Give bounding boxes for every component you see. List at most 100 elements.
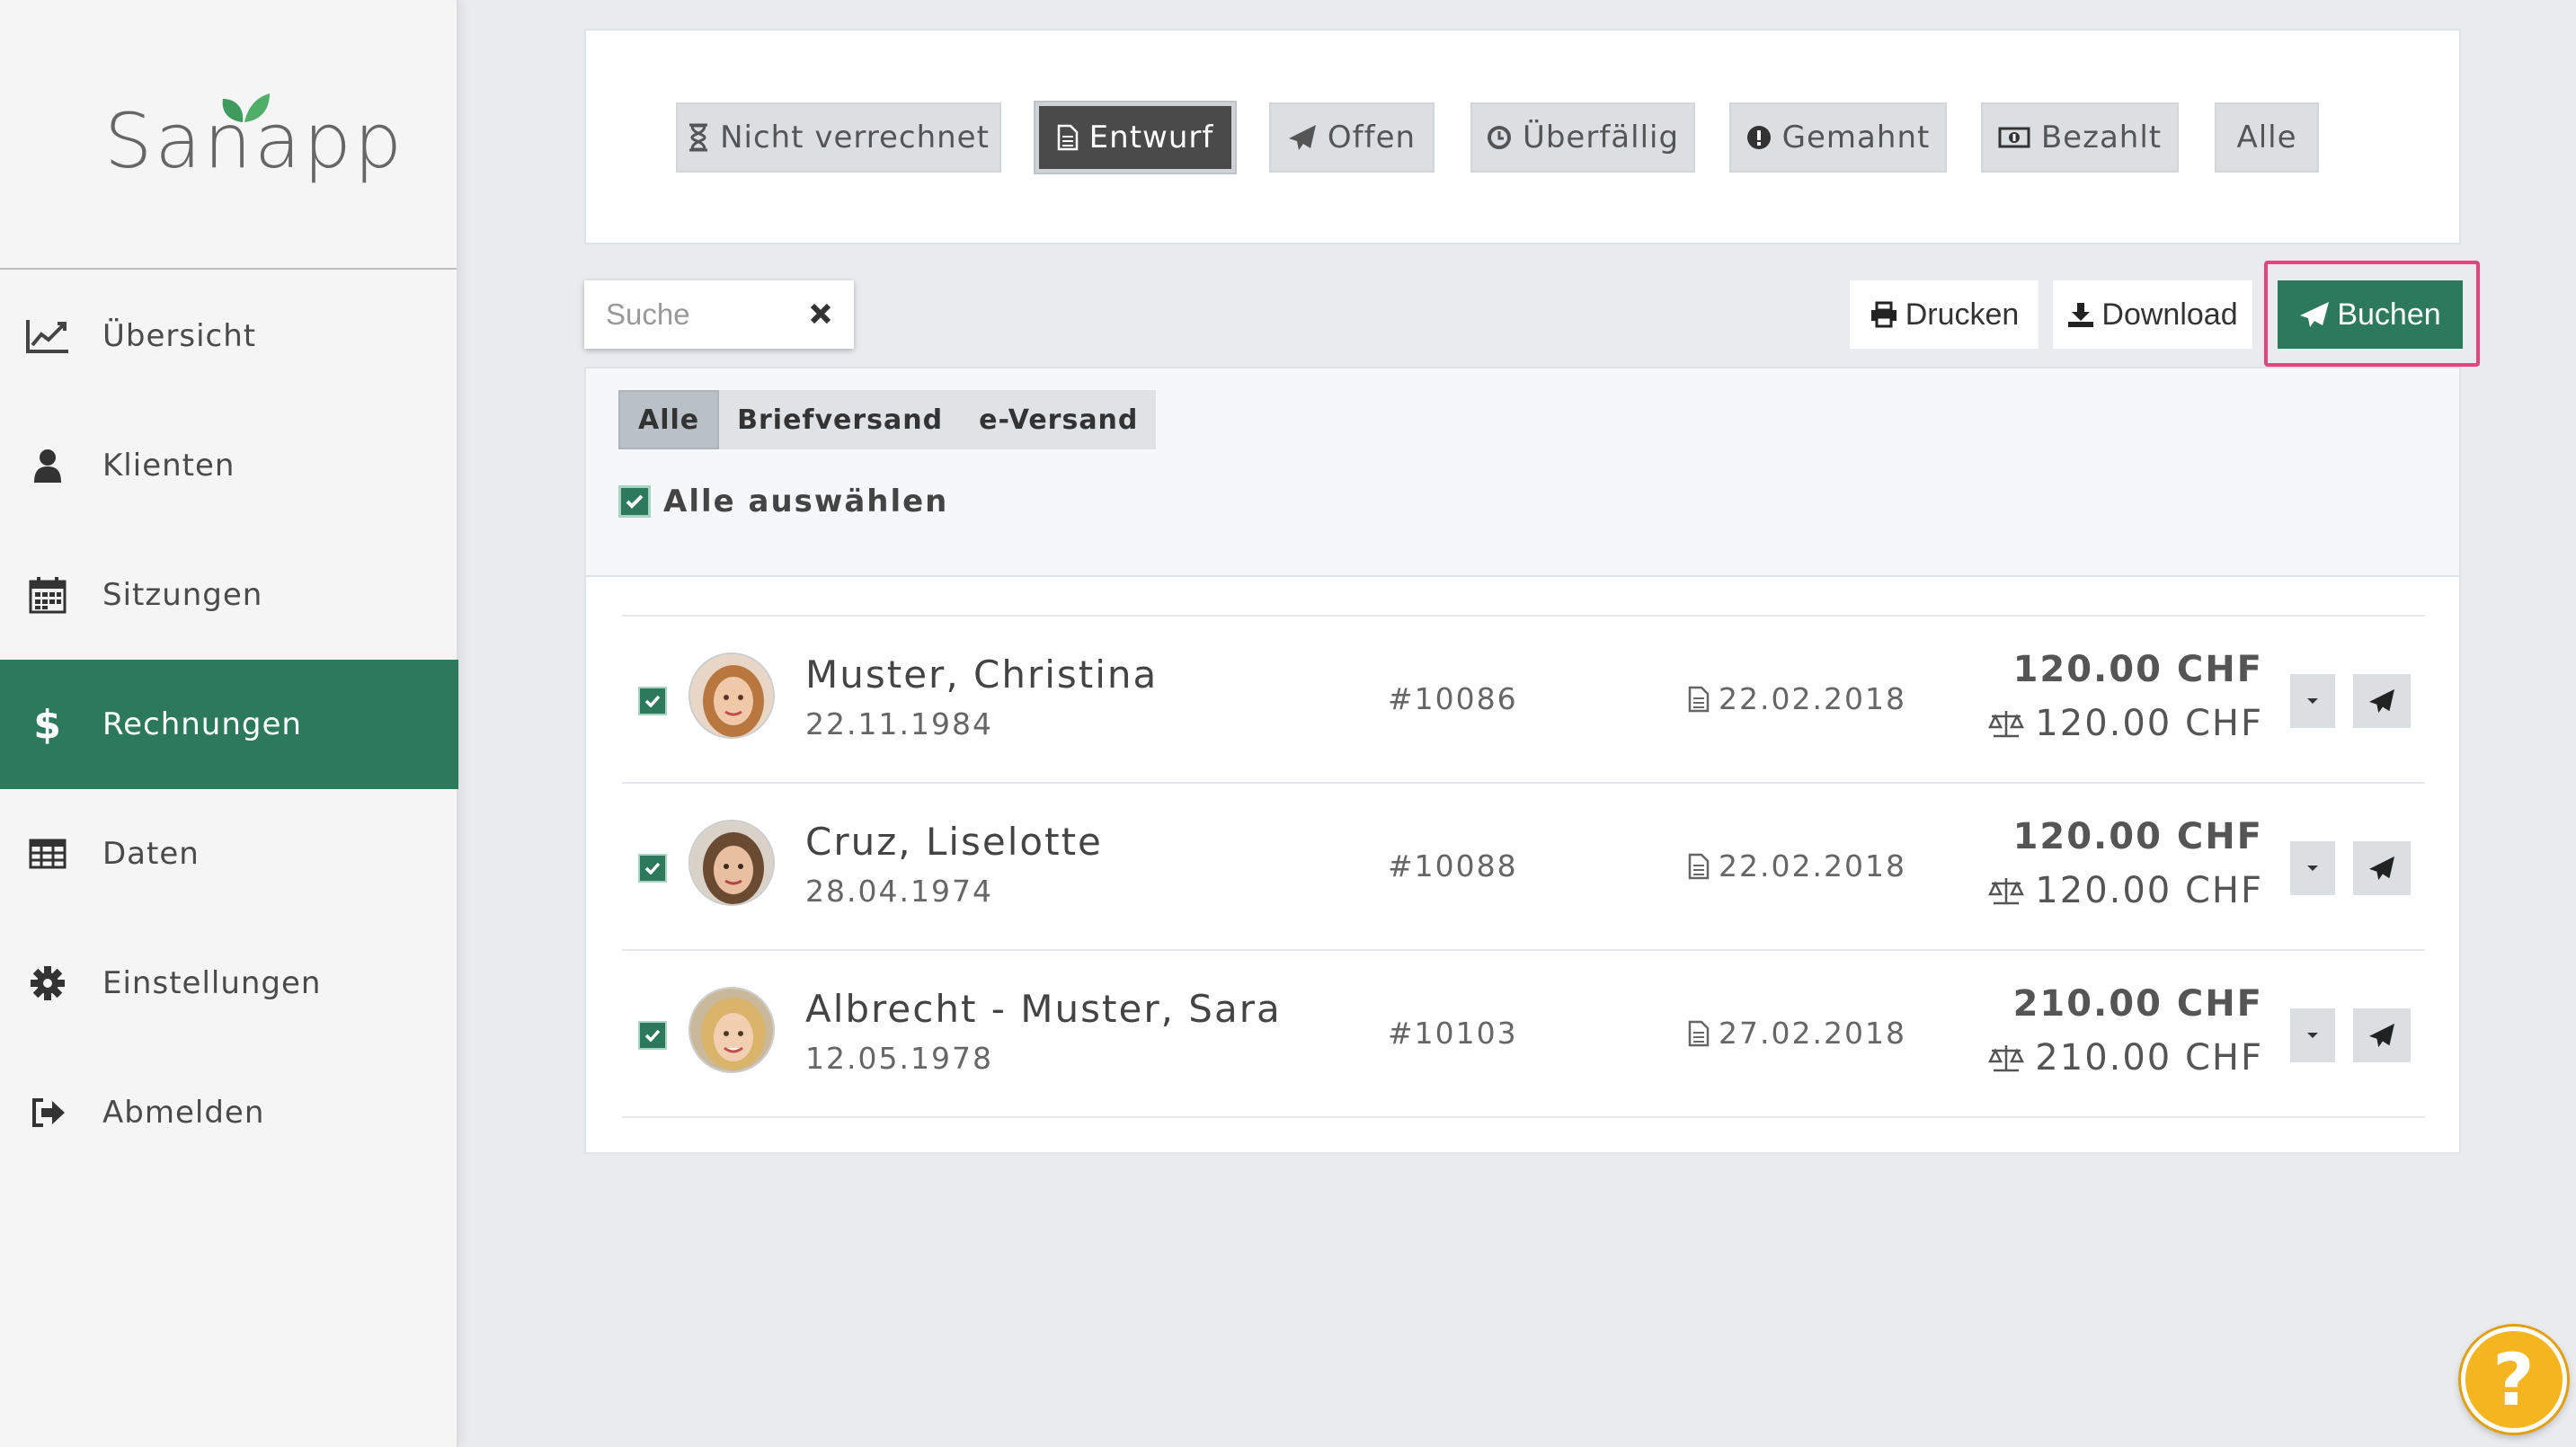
tab-alle[interactable]: Alle (618, 390, 720, 449)
sidebar-item-label: Abmelden (102, 1095, 265, 1131)
sidebar-item-label: Sitzungen (102, 577, 263, 613)
filter-entwurf-button[interactable]: Entwurf (1035, 102, 1235, 173)
filter-bezahlt-button[interactable]: Bezahlt (1981, 102, 2179, 173)
sidebar-item-daten[interactable]: Daten (0, 789, 458, 919)
invoice-date: 22.02.2018 (1688, 681, 1906, 716)
gear-icon (25, 961, 70, 1006)
row-dropdown-button[interactable] (2290, 1008, 2335, 1062)
filter-alle-button[interactable]: Alle (2215, 102, 2319, 173)
sidebar-item-label: Übersicht (102, 318, 257, 354)
balance-scale-icon (1988, 711, 2025, 738)
caret-down-icon (2307, 866, 2318, 871)
delivery-filter: Alle Briefversand e-Versand (618, 390, 1157, 449)
client-birthdate: 22.11.1984 (805, 706, 993, 741)
invoice-date: 22.02.2018 (1688, 848, 1906, 883)
list-header: Alle Briefversand e-Versand Alle auswähl… (586, 368, 2459, 577)
search-input[interactable] (606, 297, 795, 332)
invoice-date-text: 27.02.2018 (1719, 1016, 1906, 1051)
row-checkbox[interactable] (638, 687, 667, 715)
row-send-button[interactable] (2353, 674, 2411, 728)
check-icon (644, 862, 661, 874)
tab-briefversand[interactable]: Briefversand (719, 390, 961, 449)
logo: Sanapp (0, 0, 457, 270)
invoice-number: #10088 (1388, 848, 1518, 883)
money-icon (1998, 127, 2030, 148)
sidebar-item-rechnungen[interactable]: $ Rechnungen (0, 660, 458, 789)
status-filter-bar: Nicht verrechnet Entwurf Offen Überfälli… (584, 29, 2461, 244)
row-checkbox[interactable] (638, 1021, 667, 1050)
balance-scale-icon (1988, 878, 2025, 905)
clock-icon (1487, 126, 1511, 149)
search-box (584, 280, 854, 349)
user-icon (25, 443, 70, 488)
file-icon (1688, 853, 1710, 879)
caret-down-icon (2307, 698, 2318, 704)
check-icon (644, 695, 661, 707)
dollar-icon: $ (33, 701, 62, 748)
sidebar-item-label: Daten (102, 836, 200, 872)
filter-label: Bezahlt (2040, 120, 2163, 155)
download-label: Download (2101, 297, 2238, 332)
caret-down-icon (2307, 1033, 2318, 1038)
row-dropdown-button[interactable] (2290, 674, 2335, 728)
filter-offen-button[interactable]: Offen (1269, 102, 1435, 173)
table-row[interactable]: Muster, Christina 22.11.1984 #10086 22.0… (622, 615, 2425, 782)
table-icon (25, 831, 70, 876)
invoice-balance: 210.00 CHF (1988, 1037, 2263, 1079)
invoice-date-text: 22.02.2018 (1719, 848, 1906, 883)
filter-label: Nicht verrechnet (720, 120, 990, 155)
invoice-amount: 120.00 CHF (2012, 816, 2263, 857)
row-checkbox[interactable] (638, 854, 667, 883)
invoice-date-text: 22.02.2018 (1719, 681, 1906, 716)
chart-line-icon (25, 314, 70, 359)
invoice-amount: 120.00 CHF (2012, 649, 2263, 690)
download-button[interactable]: Download (2053, 280, 2252, 349)
client-name: Cruz, Liselotte (805, 820, 1103, 864)
checkbox[interactable] (618, 485, 651, 518)
table-row[interactable]: Cruz, Liselotte 28.04.1974 #10088 22.02.… (622, 782, 2425, 949)
sidebar-item-uebersicht[interactable]: Übersicht (0, 271, 458, 401)
sign-out-icon (25, 1090, 70, 1135)
row-send-button[interactable] (2353, 841, 2411, 895)
avatar (688, 987, 775, 1073)
row-send-button[interactable] (2353, 1008, 2411, 1062)
file-icon (1688, 1020, 1710, 1046)
sidebar-item-klienten[interactable]: Klienten (0, 401, 458, 530)
filter-gemahnt-button[interactable]: Gemahnt (1729, 102, 1947, 173)
invoice-balance: 120.00 CHF (1988, 703, 2263, 744)
divider (622, 1116, 2425, 1118)
filter-nicht-verrechnet-button[interactable]: Nicht verrechnet (676, 102, 1001, 173)
paper-plane-icon (1288, 125, 1316, 150)
select-all-label: Alle auswählen (663, 484, 949, 519)
filter-label: Offen (1327, 120, 1417, 155)
file-icon (1688, 686, 1710, 712)
balance-scale-icon (1988, 1045, 2025, 1072)
client-name: Muster, Christina (805, 652, 1159, 697)
invoice-balance-text: 120.00 CHF (2035, 870, 2263, 911)
filter-label: Überfällig (1522, 120, 1680, 155)
sidebar-item-label: Klienten (102, 448, 235, 484)
invoice-number: #10103 (1388, 1016, 1518, 1051)
sidebar-item-sitzungen[interactable]: Sitzungen (0, 530, 458, 660)
print-label: Drucken (1905, 297, 2020, 332)
client-name: Albrecht - Muster, Sara (805, 987, 1282, 1031)
highlight-frame (2264, 261, 2480, 367)
sidebar-item-abmelden[interactable]: Abmelden (0, 1048, 458, 1177)
row-dropdown-button[interactable] (2290, 841, 2335, 895)
sidebar-item-einstellungen[interactable]: Einstellungen (0, 919, 458, 1048)
sidebar-item-label: Rechnungen (102, 706, 302, 742)
filter-ueberfaellig-button[interactable]: Überfällig (1470, 102, 1695, 173)
file-icon (1057, 124, 1078, 151)
print-button[interactable]: Drucken (1850, 280, 2039, 349)
invoice-number: #10086 (1388, 681, 1518, 716)
select-all-checkbox[interactable]: Alle auswählen (618, 484, 948, 519)
calendar-icon (25, 573, 70, 617)
invoice-amount: 210.00 CHF (2012, 983, 2263, 1025)
tab-e-versand[interactable]: e-Versand (961, 390, 1156, 449)
close-icon[interactable] (809, 300, 832, 325)
hourglass-icon (689, 123, 708, 152)
invoice-list: Alle Briefversand e-Versand Alle auswähl… (584, 367, 2461, 1154)
table-row[interactable]: Albrecht - Muster, Sara 12.05.1978 #1010… (622, 949, 2425, 1116)
client-birthdate: 12.05.1978 (805, 1041, 993, 1076)
help-button[interactable]: ? (2461, 1327, 2567, 1433)
